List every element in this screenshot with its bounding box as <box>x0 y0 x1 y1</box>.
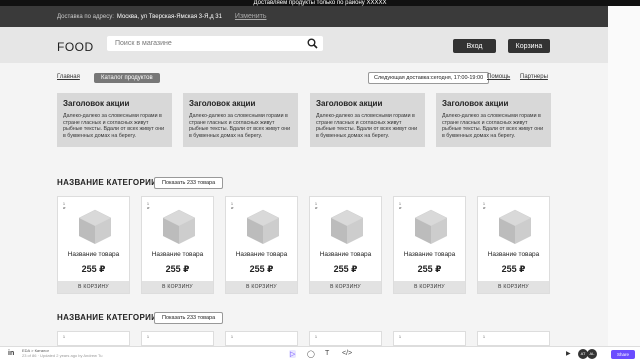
category-title: НАЗВАНИЕ КАТЕГОРИИ <box>57 178 158 187</box>
product-name[interactable]: Название товара <box>226 251 297 258</box>
product-card[interactable]: 1 <box>393 331 466 346</box>
promo-card[interactable]: Заголовок акции Далеко-далеко за словесн… <box>183 93 298 147</box>
product-weight: 1 кг <box>231 202 234 210</box>
add-to-cart-button[interactable]: В КОРЗИНУ <box>142 281 213 293</box>
weight-number: 1 <box>231 335 233 339</box>
product-image-icon[interactable] <box>498 209 532 250</box>
play-icon[interactable]: ▶ <box>566 350 571 357</box>
product-card[interactable]: 1 <box>141 331 214 346</box>
promo-title: Заголовок акции <box>442 99 509 108</box>
product-price: 255 ₽ <box>417 264 442 274</box>
add-to-cart-button[interactable]: В КОРЗИНУ <box>226 281 297 293</box>
comment-icon[interactable]: ◯ <box>307 350 315 358</box>
product-card[interactable]: 1 <box>225 331 298 346</box>
product-price: 255 ₽ <box>249 264 274 274</box>
product-card[interactable]: 1 <box>309 331 382 346</box>
delivery-bar: Доставка по адресу: Москва, ул Тверская-… <box>0 6 608 27</box>
promo-title: Заголовок акции <box>63 99 130 108</box>
category-title: НАЗВАНИЕ КАТЕГОРИИ <box>57 313 158 322</box>
product-weight: 1 кг <box>63 202 66 210</box>
add-to-cart-button[interactable]: В КОРЗИНУ <box>394 281 465 293</box>
weight-unit: кг <box>315 206 318 210</box>
promo-text: Далеко-далеко за словесными горами в стр… <box>442 113 544 139</box>
product-card[interactable]: 1 кг Название товара 255 ₽ В КОРЗИНУ <box>225 196 298 294</box>
promo-card[interactable]: Заголовок акции Далеко-далеко за словесн… <box>57 93 172 147</box>
weight-number: 1 <box>147 335 149 339</box>
promo-text: Далеко-далеко за словесными горами в стр… <box>316 113 418 139</box>
side-strip <box>608 6 640 346</box>
login-button[interactable]: Вход <box>453 39 496 53</box>
product-card[interactable]: 1 кг Название товара 255 ₽ В КОРЗИНУ <box>309 196 382 294</box>
product-price: 255 ₽ <box>81 264 106 274</box>
product-weight: 1 кг <box>399 202 402 210</box>
search-placeholder: Поиск в магазине <box>115 40 172 47</box>
search-input[interactable]: Поиск в магазине <box>107 36 323 51</box>
product-price: 255 ₽ <box>333 264 358 274</box>
promo-card[interactable]: Заголовок акции Далеко-далеко за словесн… <box>436 93 551 147</box>
product-image-icon[interactable] <box>246 209 280 250</box>
logo[interactable]: FOOD <box>57 40 94 54</box>
cart-button[interactable]: Корзина <box>508 39 550 53</box>
product-card[interactable]: 1 <box>57 331 130 346</box>
project-meta: 23 of 86 · Updated 2 years ago by Andrew… <box>22 353 103 358</box>
text-icon[interactable]: T <box>325 350 329 357</box>
weight-number: 1 <box>315 335 317 339</box>
product-card[interactable]: 1 кг Название товара 255 ₽ В КОРЗИНУ <box>141 196 214 294</box>
product-image-icon[interactable] <box>330 209 364 250</box>
product-card[interactable]: 1 кг Название товара 255 ₽ В КОРЗИНУ <box>393 196 466 294</box>
show-all-button[interactable]: Показать 233 товара <box>154 177 224 189</box>
weight-number: 1 <box>399 335 401 339</box>
product-card[interactable]: 1 кг Название товара 255 ₽ В КОРЗИНУ <box>477 196 550 294</box>
invision-logo[interactable]: in <box>8 350 14 357</box>
weight-number: 1 <box>483 335 485 339</box>
product-price: 255 ₽ <box>501 264 526 274</box>
promo-card[interactable]: Заголовок акции Далеко-далеко за словесн… <box>310 93 425 147</box>
show-all-button[interactable]: Показать 233 товара <box>154 312 224 324</box>
change-address-link[interactable]: Изменить <box>235 13 267 20</box>
promo-title: Заголовок акции <box>189 99 256 108</box>
promo-text: Далеко-далеко за словесными горами в стр… <box>63 113 165 139</box>
product-card[interactable]: 1 <box>477 331 550 346</box>
search-icon[interactable] <box>307 38 318 49</box>
product-image-icon[interactable] <box>414 209 448 250</box>
product-name[interactable]: Название товара <box>58 251 129 258</box>
share-button[interactable]: Share <box>611 350 635 359</box>
weight-unit: кг <box>231 206 234 210</box>
add-to-cart-button[interactable]: В КОРЗИНУ <box>58 281 129 293</box>
add-to-cart-button[interactable]: В КОРЗИНУ <box>310 281 381 293</box>
weight-unit: кг <box>483 206 486 210</box>
breadcrumb-home[interactable]: Главная <box>57 74 80 80</box>
cursor-icon[interactable]: ▷ <box>289 350 297 358</box>
next-delivery-badge: Следующая доставка:сегодня, 17:00-19:00 <box>368 72 490 84</box>
product-name[interactable]: Название товара <box>478 251 549 258</box>
help-link[interactable]: Помощь <box>487 74 510 80</box>
weight-unit: кг <box>147 206 150 210</box>
catalog-button[interactable]: Каталог продуктов <box>94 73 160 83</box>
delivery-label: Доставка по адресу: <box>57 13 114 20</box>
product-weight: 1 кг <box>147 202 150 210</box>
project-info: EDA > Каталог 23 of 86 · Updated 2 years… <box>22 348 103 358</box>
code-icon[interactable]: </> <box>342 350 352 357</box>
product-weight: 1 кг <box>483 202 486 210</box>
invision-toolbar: in EDA > Каталог 23 of 86 · Updated 2 ye… <box>0 346 640 360</box>
promo-title: Заголовок акции <box>316 99 383 108</box>
weight-unit: кг <box>399 206 402 210</box>
weight-number: 1 <box>63 335 65 339</box>
weight-unit: кг <box>63 206 66 210</box>
product-name[interactable]: Название товара <box>394 251 465 258</box>
promo-text: Далеко-далеко за словесными горами в стр… <box>189 113 291 139</box>
header: FOOD Поиск в магазине Вход Корзина <box>0 27 608 63</box>
product-name[interactable]: Название товара <box>142 251 213 258</box>
product-image-icon[interactable] <box>78 209 112 250</box>
product-card[interactable]: 1 кг Название товара 255 ₽ В КОРЗИНУ <box>57 196 130 294</box>
delivery-address: Москва, ул Тверская-Ямская 3-Я,д 31 <box>116 13 222 20</box>
product-image-icon[interactable] <box>162 209 196 250</box>
add-to-cart-button[interactable]: В КОРЗИНУ <box>478 281 549 293</box>
product-price: 255 ₽ <box>165 264 190 274</box>
avatar[interactable]: AL <box>587 349 597 359</box>
product-name[interactable]: Название товара <box>310 251 381 258</box>
partners-link[interactable]: Партнеры <box>520 74 548 80</box>
product-weight: 1 кг <box>315 202 318 210</box>
